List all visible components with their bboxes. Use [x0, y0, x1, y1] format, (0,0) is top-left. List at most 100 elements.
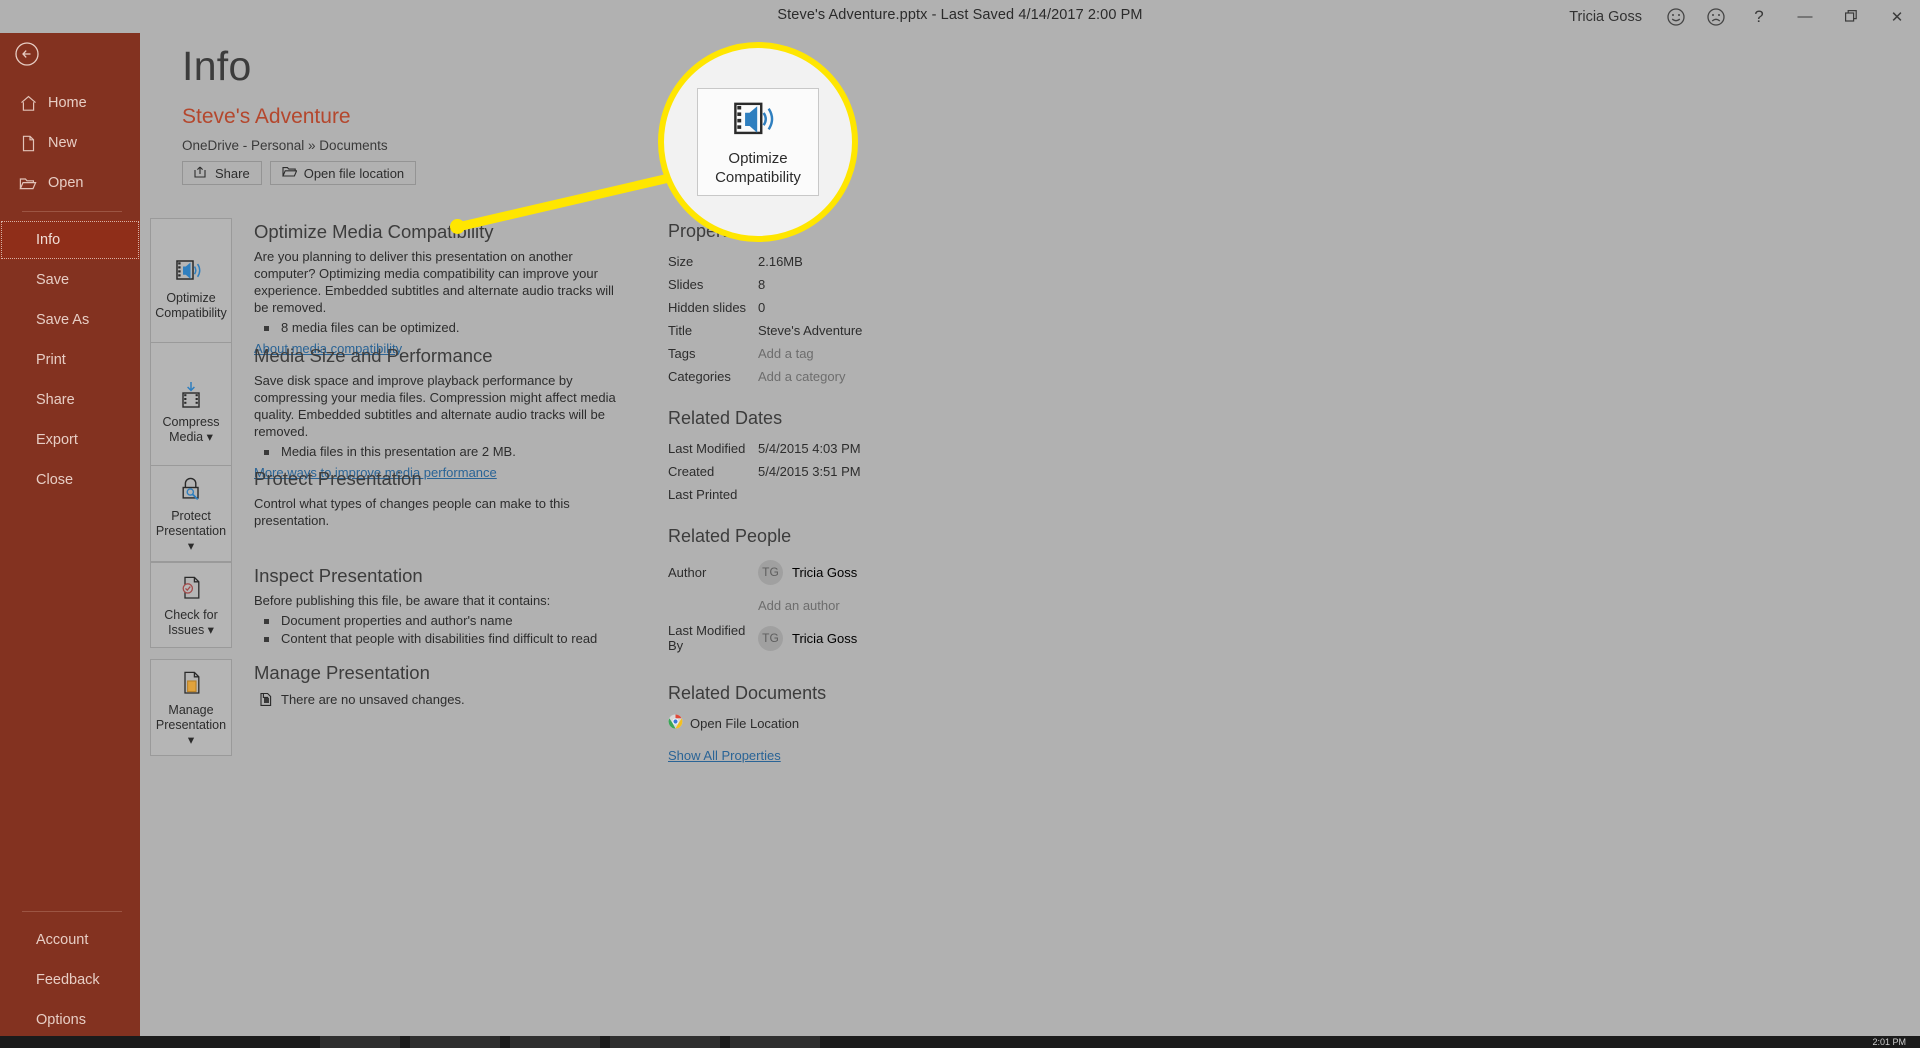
taskbar-item[interactable] — [320, 1036, 400, 1048]
sidebar-item-close[interactable]: Close — [0, 460, 140, 500]
sidebar-item-label: Print — [36, 352, 66, 368]
protect-presentation-button-label: Protect Presentation ▾ — [155, 509, 227, 553]
minimize-button[interactable]: — — [1782, 0, 1828, 33]
share-button[interactable]: Share — [182, 161, 262, 185]
info-pane: Info Steve's Adventure OneDrive - Person… — [140, 33, 1920, 1048]
open-file-location-button[interactable]: Open file location — [269, 161, 417, 185]
show-all-properties-link[interactable]: Show All Properties — [668, 748, 781, 763]
section-description: Are you planning to deliver this present… — [254, 249, 614, 315]
avatar: TG — [758, 559, 783, 585]
share-icon — [194, 165, 208, 181]
sidebar-item-label: Share — [36, 392, 75, 408]
protect-presentation-button[interactable]: Protect Presentation ▾ — [150, 465, 232, 562]
powerpoint-backstage-window: Steve's Adventure.pptx - Last Saved 4/14… — [0, 0, 1920, 1048]
home-icon — [17, 95, 39, 112]
taskbar-item[interactable] — [510, 1036, 600, 1048]
sidebar-item-label: Account — [36, 932, 89, 948]
section-description: Control what types of changes people can… — [254, 496, 570, 528]
section-description: Before publishing this file, be aware th… — [254, 593, 551, 608]
close-button[interactable]: ✕ — [1874, 0, 1920, 33]
add-author-row: Add an author — [668, 591, 1088, 619]
sidebar-item-save[interactable]: Save — [0, 260, 140, 300]
property-key: Last Modified By — [668, 623, 746, 653]
open-file-location-link[interactable]: Open File Location — [668, 714, 1088, 732]
add-tag-field[interactable]: Add a tag — [758, 346, 814, 361]
manage-presentation-button-label: Manage Presentation ▾ — [155, 703, 227, 747]
document-name: Steve's Adventure — [182, 105, 351, 128]
restore-button[interactable] — [1828, 0, 1874, 33]
account-user-name[interactable]: Tricia Goss — [1555, 9, 1656, 25]
media-speaker-icon — [732, 97, 784, 143]
sidebar-item-label: Options — [36, 1012, 86, 1028]
taskbar-item[interactable] — [730, 1036, 820, 1048]
backstage-sidebar: Home New Open Info Save Save As Print Sh… — [0, 0, 140, 1048]
sidebar-item-new[interactable]: New — [0, 123, 140, 163]
property-row-tags: Tags Add a tag — [668, 344, 1088, 363]
date-row-created: Created 5/4/2015 3:51 PM — [668, 462, 1088, 481]
help-button[interactable]: ? — [1736, 0, 1782, 33]
property-value: 5/4/2015 3:51 PM — [758, 464, 861, 479]
sidebar-item-print[interactable]: Print — [0, 340, 140, 380]
avatar: TG — [758, 625, 783, 651]
sidebar-item-home[interactable]: Home — [0, 83, 140, 123]
property-key: Slides — [668, 277, 704, 292]
related-documents-heading: Related Documents — [668, 683, 827, 703]
optimize-compatibility-button[interactable]: Optimize Compatibility — [150, 218, 232, 358]
lock-icon — [177, 474, 205, 504]
frowny-face-icon[interactable] — [1696, 0, 1736, 33]
compress-media-icon — [177, 380, 205, 410]
property-key: Size — [668, 254, 694, 269]
property-row-title: Title Steve's Adventure — [668, 321, 1088, 340]
sidebar-item-label: Feedback — [36, 972, 100, 988]
property-row-slides: Slides 8 — [668, 275, 1088, 294]
property-key: Last Modified — [668, 441, 746, 456]
property-key: Title — [668, 323, 693, 338]
taskbar-clock: 2:01 PM — [1872, 1037, 1906, 1047]
property-value: 0 — [758, 300, 766, 315]
check-for-issues-button[interactable]: Check for Issues ▾ — [150, 562, 232, 648]
sidebar-item-account[interactable]: Account — [0, 920, 140, 960]
compress-media-button[interactable]: Compress Media ▾ — [150, 342, 232, 482]
add-an-author-field[interactable]: Add an author — [758, 598, 840, 613]
sidebar-item-save-as[interactable]: Save As — [0, 300, 140, 340]
magnifier-callout: Optimize Compatibility — [658, 42, 858, 242]
title-bar: Steve's Adventure.pptx - Last Saved 4/14… — [0, 0, 1920, 33]
author-entry[interactable]: TG Tricia Goss — [758, 559, 858, 585]
sidebar-item-label: New — [48, 135, 78, 151]
sidebar-item-export[interactable]: Export — [0, 420, 140, 460]
sidebar-item-label: Info — [36, 232, 61, 248]
author-name: Tricia Goss — [792, 564, 858, 580]
manage-presentation-button[interactable]: Manage Presentation ▾ — [150, 659, 232, 756]
taskbar-item[interactable] — [410, 1036, 500, 1048]
last-modified-by-name: Tricia Goss — [792, 630, 858, 646]
taskbar-item[interactable] — [610, 1036, 720, 1048]
header-action-buttons: Share Open file location — [182, 161, 417, 185]
sidebar-nav-list: Home New Open Info Save Save As Print Sh… — [0, 83, 140, 500]
check-document-icon — [177, 573, 205, 603]
section-description: Save disk space and improve playback per… — [254, 373, 616, 439]
property-row-categories: Categories Add a category — [668, 367, 1088, 386]
sidebar-item-open[interactable]: Open — [0, 163, 140, 203]
back-arrow-icon[interactable] — [13, 40, 41, 68]
magnified-optimize-compatibility-button[interactable]: Optimize Compatibility — [697, 88, 819, 196]
add-category-field[interactable]: Add a category — [758, 369, 845, 384]
date-row-last-modified: Last Modified 5/4/2015 4:03 PM — [668, 439, 1088, 458]
sidebar-item-label: Open — [48, 175, 84, 191]
related-people-heading: Related People — [668, 526, 792, 546]
person-row-author: Author TG Tricia Goss — [668, 557, 1088, 587]
media-speaker-icon — [175, 256, 207, 286]
sidebar-item-label: Save — [36, 272, 70, 288]
property-key: Tags — [668, 346, 696, 361]
property-value[interactable]: Steve's Adventure — [758, 323, 862, 338]
new-document-icon — [17, 135, 39, 152]
property-key: Hidden slides — [668, 300, 747, 315]
property-key: Categories — [668, 369, 731, 384]
smiley-face-icon[interactable] — [1656, 0, 1696, 33]
last-modified-by-entry[interactable]: TG Tricia Goss — [758, 625, 858, 651]
sidebar-item-feedback[interactable]: Feedback — [0, 960, 140, 1000]
sidebar-item-share[interactable]: Share — [0, 380, 140, 420]
sidebar-item-options[interactable]: Options — [0, 1000, 140, 1040]
sidebar-item-info[interactable]: Info — [0, 220, 140, 260]
